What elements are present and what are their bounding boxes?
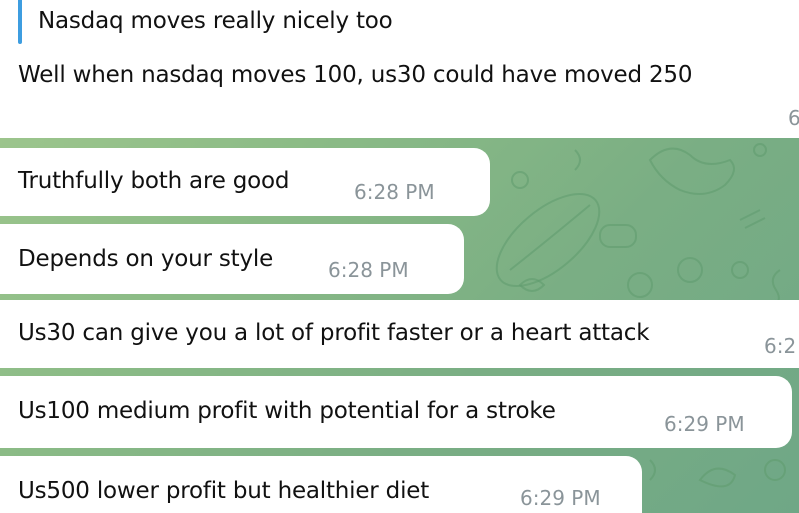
bone-doodle [739,209,766,229]
message-time: 6:29 PM [520,486,601,510]
fish-doodle [698,467,737,488]
message-time: 6:28 PM [328,258,409,282]
message-time: 6:28 PM [354,180,435,204]
message-text: Us30 can give you a lot of profit faster… [18,320,650,346]
message-time: 6:2 [764,334,797,358]
message-text: Depends on your style [18,246,274,272]
swirl-doodle [574,149,581,171]
dot-doodle-2 [753,143,767,157]
message-time: 6:29 PM [664,412,745,436]
ball-doodle [627,272,653,298]
message-bubble[interactable]: Us500 lower profit but healthier diet 6:… [0,456,642,513]
message-text: Truthfully both are good [18,168,290,194]
circle-doodle-2 [764,459,786,481]
fox-doodle [648,147,735,195]
swirl-doodle-2 [649,459,656,481]
leaf-vein-doodle [509,204,591,271]
message-text: Us500 lower profit but healthier diet [18,478,430,504]
message-bubble-reply[interactable]: Nasdaq moves really nicely too Well when… [0,0,799,138]
message-bubble[interactable]: Truthfully both are good 6:28 PM [0,148,490,216]
reply-quote-text: Nasdaq moves really nicely too [38,8,393,34]
message-time: 6 [788,106,799,130]
message-text: Us100 medium profit with potential for a… [18,398,556,424]
message-text: Well when nasdaq moves 100, us30 could h… [18,62,693,88]
dot-doodle [731,261,749,279]
message-bubble[interactable]: Depends on your style 6:28 PM [0,224,464,294]
message-bubble[interactable]: Us100 medium profit with potential for a… [0,376,792,448]
gamepad-doodle [599,224,637,248]
reply-quote-bar [18,0,22,44]
message-bubble[interactable]: Us30 can give you a lot of profit faster… [0,300,799,368]
circle-doodle [677,257,703,283]
mushroom-doodle [511,171,529,189]
